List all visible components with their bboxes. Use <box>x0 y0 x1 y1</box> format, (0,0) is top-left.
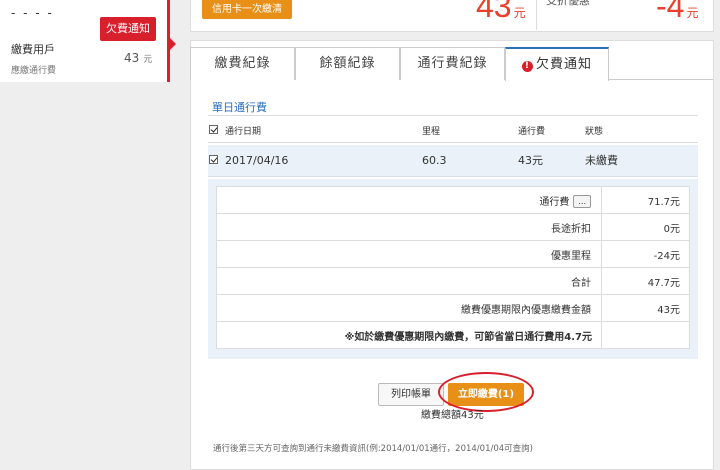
summary-discount: -4 元 <box>656 0 698 25</box>
credit-card-pay-button[interactable]: 信用卡一次繳清 <box>202 0 292 19</box>
detail-row-in-period: 繳費優惠期限內優惠繳費金額 43元 <box>216 294 690 322</box>
account-masked-id: - - - - <box>11 6 54 20</box>
detail-preferential-mileage-label: 優惠里程 <box>216 240 602 268</box>
summary-strip: 信用卡一次繳清 43 元 支折優惠 -4 元 <box>190 0 714 32</box>
header-status: 狀態 <box>585 127 604 137</box>
tab-bar: 繳費紀錄 餘額紀錄 通行費紀錄 ! 欠費通知 <box>190 47 713 81</box>
tab-balance-records[interactable]: 餘額紀錄 <box>295 47 400 80</box>
row-date: 2017/04/16 <box>225 154 289 167</box>
pay-total-text: 繳費總額43元 <box>421 410 484 421</box>
tab-payment-records[interactable]: 繳費紀錄 <box>190 47 295 80</box>
summary-discount-value: -4 <box>656 0 685 24</box>
detail-row-long-discount: 長途折扣 0元 <box>216 213 690 241</box>
detail-in-period-label: 繳費優惠期限內優惠繳費金額 <box>216 294 602 322</box>
account-selected-arrow <box>170 38 176 50</box>
header-mileage: 里程 <box>422 127 441 137</box>
table-row[interactable]: 2017/04/16 60.3 43元 未繳費 <box>208 145 698 177</box>
alert-icon: ! <box>521 61 533 72</box>
section-divider <box>208 115 698 116</box>
toll-more-button[interactable]: ... <box>573 194 591 208</box>
account-amount-value: 43 <box>124 51 140 65</box>
detail-savings-note: ※如於繳費優惠期限內繳費，可節省當日通行費用4.7元 <box>216 321 602 349</box>
detail-total-value: 47.7元 <box>601 267 690 295</box>
row-status: 未繳費 <box>585 154 618 167</box>
fee-detail-panel: 通行費... 71.7元 長途折扣 0元 優惠里程 -24元 合計 47.7元 … <box>208 179 698 359</box>
detail-row-total: 合計 47.7元 <box>216 267 690 295</box>
header-date: 通行日期 <box>225 127 262 137</box>
print-bill-button[interactable]: 列印帳單 <box>378 383 444 406</box>
account-type-label: 繳費用戶 <box>11 43 55 56</box>
detail-toll-value: 71.7元 <box>601 186 690 214</box>
summary-divider <box>536 0 537 30</box>
tab-arrears-notice[interactable]: ! 欠費通知 <box>505 47 609 81</box>
detail-row-note: ※如於繳費優惠期限內繳費，可節省當日通行費用4.7元 <box>216 321 690 349</box>
tab-arrears-notice-label: 欠費通知 <box>535 57 592 72</box>
account-amount-desc: 應繳通行費 <box>11 66 57 76</box>
footnote: 通行後第三天方可查詢到通行未繳費資訊(例:2014/01/01通行，2014/0… <box>213 444 533 454</box>
section-title: 單日通行費 <box>212 101 267 114</box>
detail-preferential-mileage-value: -24元 <box>601 240 690 268</box>
summary-amount: 43 元 <box>476 0 526 25</box>
main-panel: 繳費紀錄 餘額紀錄 通行費紀錄 ! 欠費通知 單日通行費 通行日期 里程 通行費 … <box>190 40 714 470</box>
detail-note-empty <box>601 321 690 349</box>
account-amount: 43 元 <box>124 51 152 65</box>
header-fee: 通行費 <box>518 127 546 137</box>
detail-long-discount-label: 長途折扣 <box>216 213 602 241</box>
summary-discount-unit: 元 <box>686 6 699 20</box>
detail-row-preferential-mileage: 優惠里程 -24元 <box>216 240 690 268</box>
summary-amount-value: 43 <box>476 0 512 24</box>
row-fee: 43元 <box>518 154 543 167</box>
tab-toll-records[interactable]: 通行費紀錄 <box>400 47 505 80</box>
detail-row-toll: 通行費... 71.7元 <box>216 186 690 214</box>
select-all-checkbox[interactable] <box>209 121 218 143</box>
detail-long-discount-value: 0元 <box>601 213 690 241</box>
detail-total-label: 合計 <box>216 267 602 295</box>
arrears-notice-badge[interactable]: 欠費通知 <box>100 17 156 41</box>
row-checkbox[interactable] <box>209 145 218 177</box>
table-header: 通行日期 里程 通行費 狀態 <box>208 121 698 143</box>
detail-in-period-value: 43元 <box>601 294 690 322</box>
summary-amount-unit: 元 <box>513 6 526 20</box>
fee-detail-table: 通行費... 71.7元 長途折扣 0元 優惠里程 -24元 合計 47.7元 … <box>216 186 690 349</box>
summary-discount-label: 支折優惠 <box>546 0 590 7</box>
detail-toll-label: 通行費... <box>216 186 602 214</box>
row-mileage: 60.3 <box>422 154 447 167</box>
account-amount-unit: 元 <box>143 55 153 65</box>
account-card[interactable]: - - - - 欠費通知 繳費用戶 43 元 應繳通行費 <box>0 0 170 82</box>
